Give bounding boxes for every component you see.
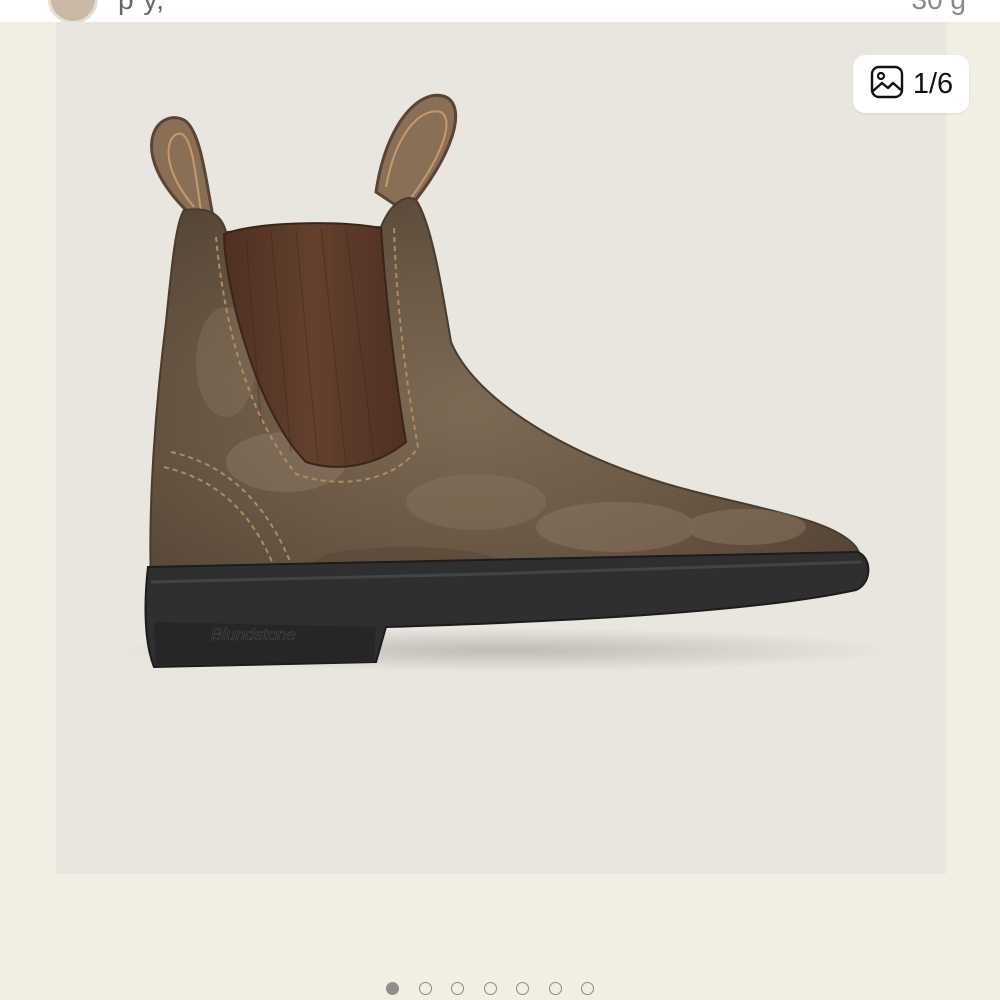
top-header-strip: p y, 30 g [0,0,1000,22]
image-counter-label: 1/6 [912,67,954,100]
gallery-pagination-dots [386,979,594,997]
image-counter-badge[interactable]: 1/6 [853,55,969,113]
header-partial-text-right: 30 g [912,0,967,16]
product-image-gallery[interactable]: Blundstone [56,22,946,874]
pagination-dot-3[interactable] [451,981,464,995]
pagination-dot-6[interactable] [548,981,562,995]
product-photo-boot: Blundstone [116,93,896,672]
pagination-dot-5[interactable] [516,981,529,995]
pagination-dot-1[interactable] [386,981,399,995]
header-partial-text: p y, [118,0,165,16]
front-pull-tab [374,93,458,214]
seller-avatar[interactable] [48,0,98,22]
brand-emboss-text: Blundstone [211,625,296,644]
pagination-dot-7[interactable] [581,981,594,995]
image-gallery-icon [869,64,905,105]
pagination-dot-2[interactable] [418,981,432,995]
pagination-dot-4[interactable] [483,981,497,995]
